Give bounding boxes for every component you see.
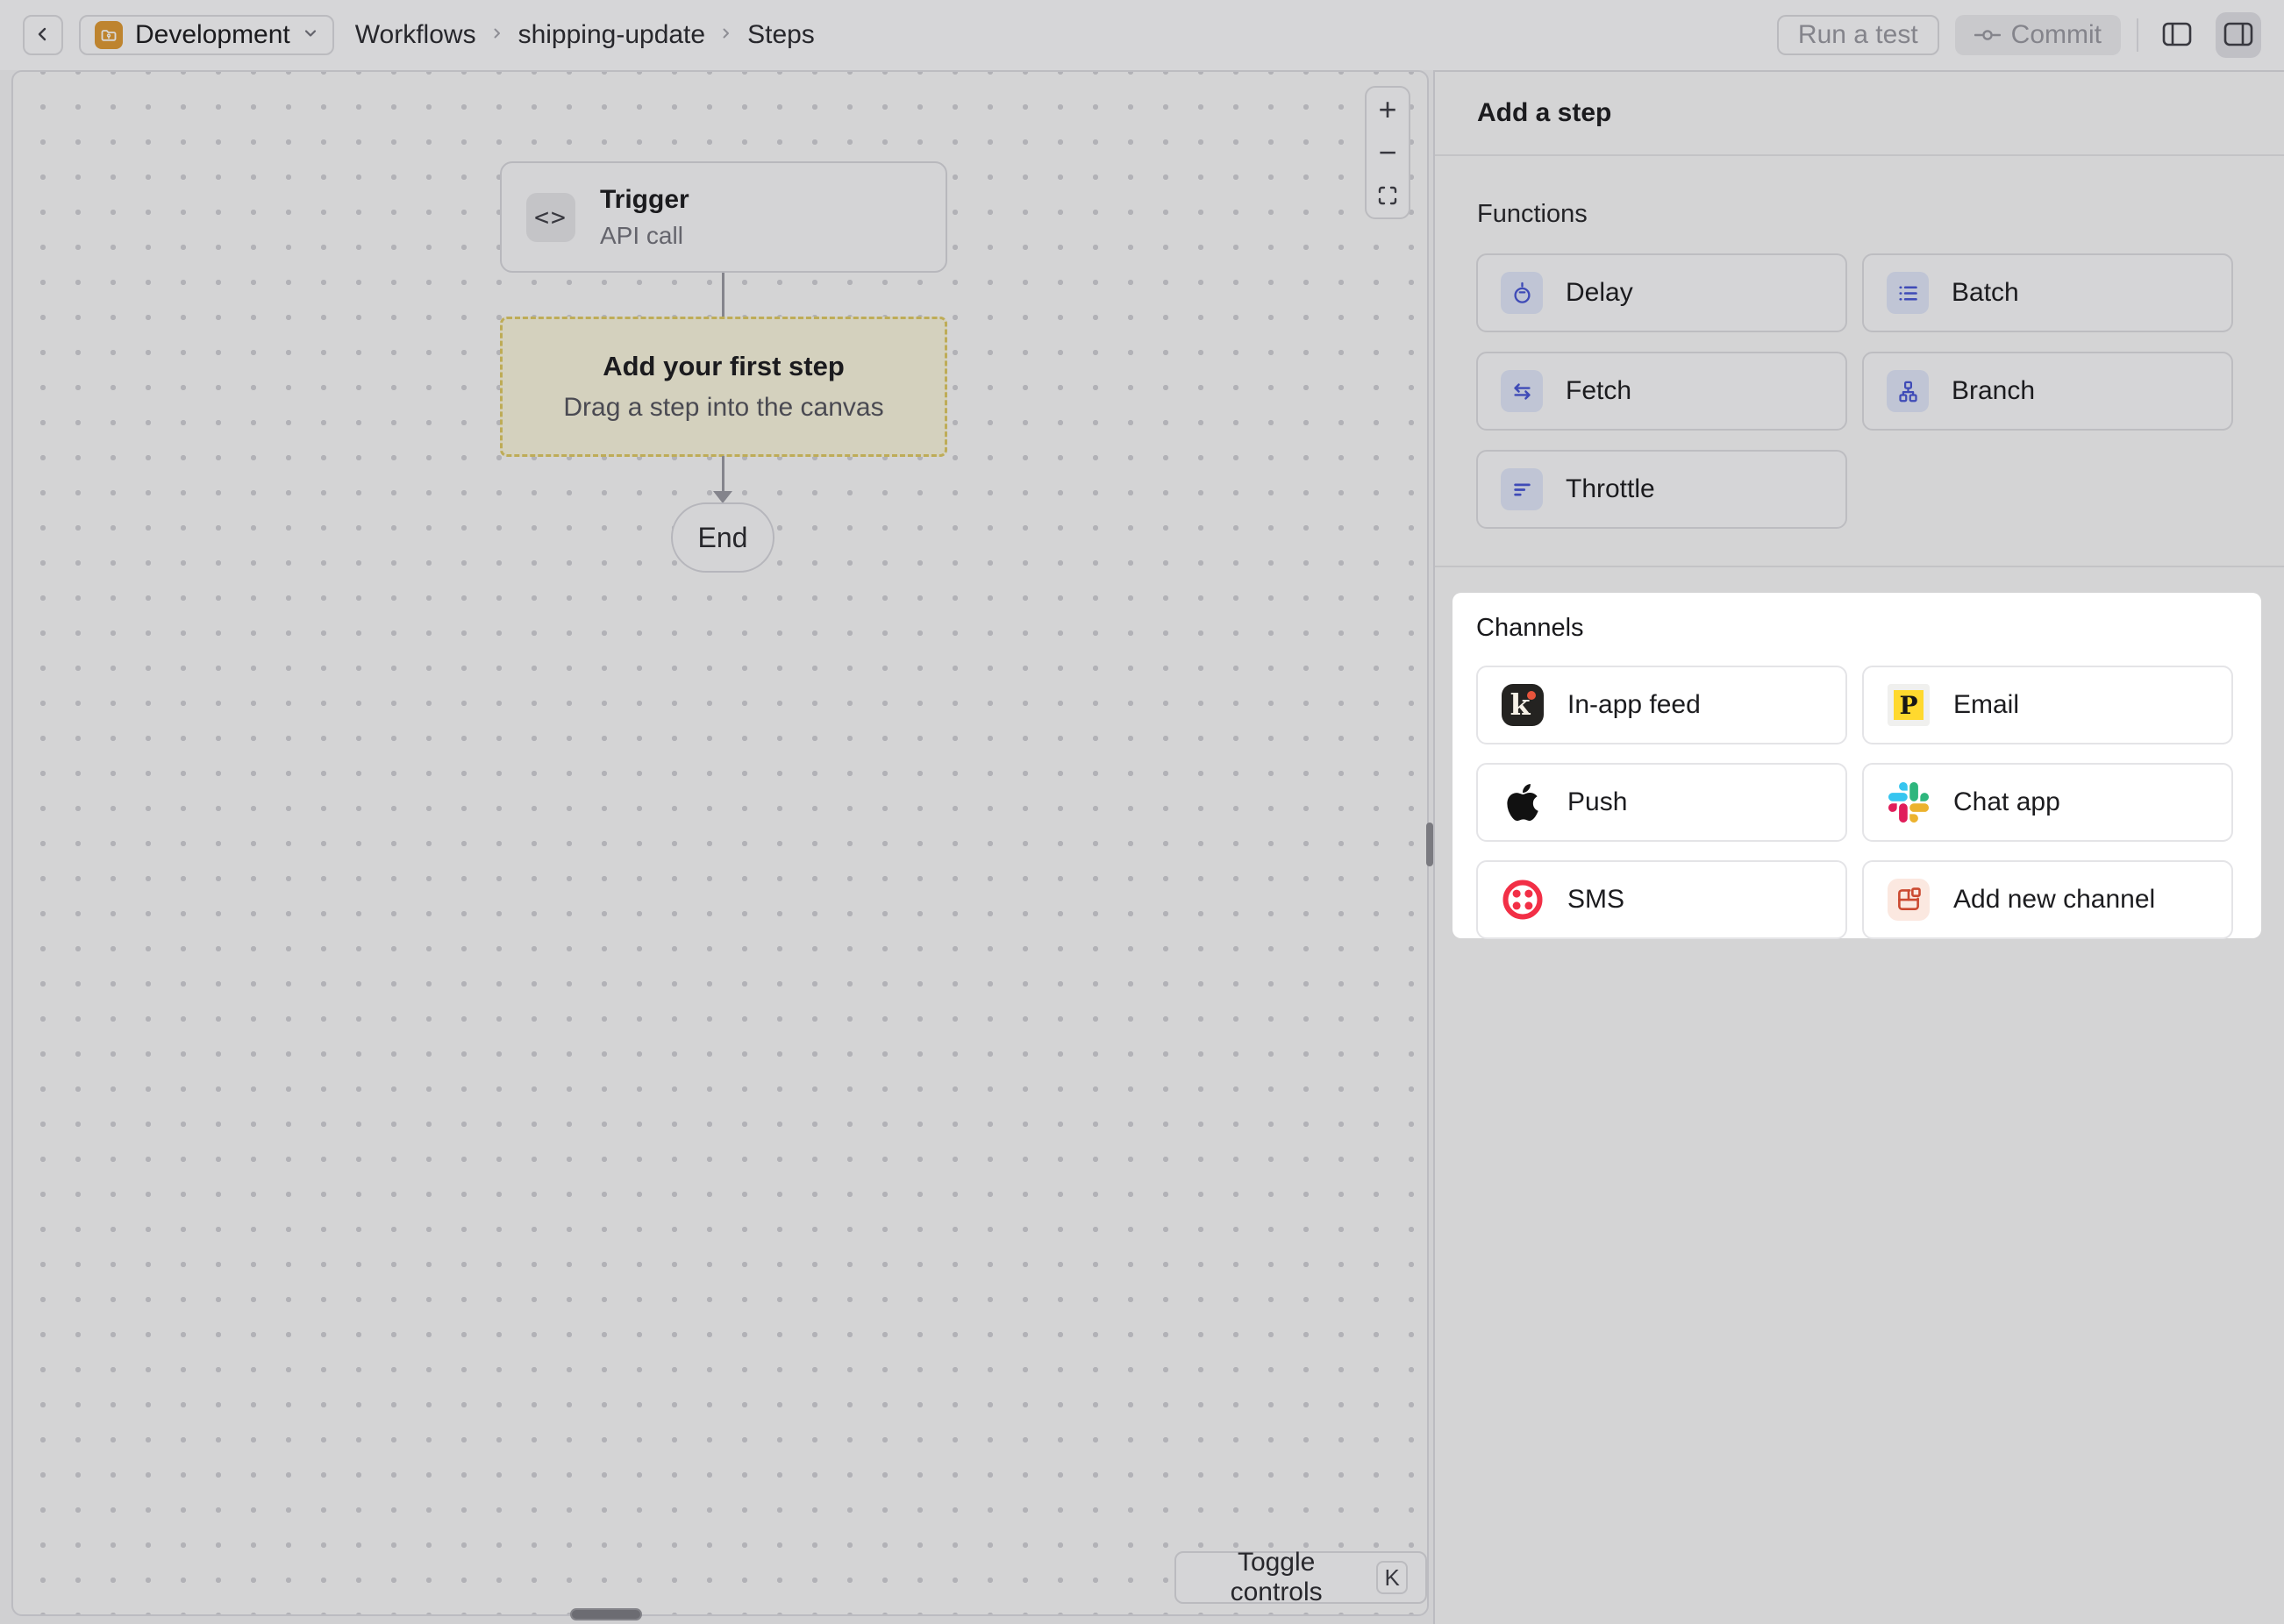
zoom-in-button[interactable]: + <box>1367 88 1409 131</box>
delay-icon <box>1501 272 1543 314</box>
edge-trigger-to-dropzone <box>722 273 724 317</box>
knock-icon: k <box>1501 683 1545 727</box>
breadcrumb-separator-icon <box>719 26 733 45</box>
apple-icon <box>1501 780 1545 824</box>
commit-button[interactable]: Commit <box>1955 15 2121 55</box>
end-node-label: End <box>698 522 748 554</box>
commit-icon <box>1974 20 2001 50</box>
function-card-fetch[interactable]: Fetch <box>1476 352 1847 431</box>
zoom-fit-button[interactable] <box>1367 175 1409 217</box>
function-card-batch[interactable]: Batch <box>1862 253 2233 332</box>
channels-section-label: Channels <box>1476 614 2261 643</box>
dropzone-title: Add your first step <box>603 351 845 382</box>
channel-card-in-app-feed[interactable]: k In-app feed <box>1476 666 1847 744</box>
channels-grid: k In-app feed P Email Push <box>1476 666 2261 939</box>
channel-card-email[interactable]: P Email <box>1862 666 2233 744</box>
twilio-icon <box>1501 878 1545 922</box>
function-card-label: Throttle <box>1566 474 1655 504</box>
channel-card-label: Email <box>1953 690 2019 720</box>
end-node: End <box>671 502 774 573</box>
toggle-controls-button[interactable]: Toggle controls K <box>1174 1551 1427 1604</box>
branch-icon <box>1887 370 1929 412</box>
trigger-node-subtitle: API call <box>600 222 689 250</box>
channel-card-label: SMS <box>1567 885 1624 915</box>
keyboard-shortcut-badge: K <box>1376 1561 1408 1594</box>
first-step-dropzone[interactable]: Add your first step Drag a step into the… <box>500 317 947 457</box>
topbar: Development Workflows shipping-update St… <box>0 0 2284 70</box>
code-brackets-icon: <> <box>526 193 575 242</box>
functions-grid: Delay Batch Fetch <box>1476 253 2284 529</box>
throttle-icon <box>1501 468 1543 510</box>
function-card-throttle[interactable]: Throttle <box>1476 450 1847 529</box>
postmark-icon: P <box>1887 683 1931 727</box>
channels-panel: Channels k In-app feed P Email Push <box>1452 593 2261 938</box>
breadcrumb: Workflows shipping-update Steps <box>355 20 815 50</box>
add-step-sidebar: Add a step Functions Delay Batch <box>1433 70 2284 1624</box>
breadcrumb-steps[interactable]: Steps <box>747 20 815 50</box>
breadcrumb-workflow-name[interactable]: shipping-update <box>518 20 706 50</box>
function-card-label: Batch <box>1952 278 2019 308</box>
function-card-branch[interactable]: Branch <box>1862 352 2233 431</box>
horizontal-scrollbar-thumb[interactable] <box>570 1608 642 1620</box>
run-test-button[interactable]: Run a test <box>1777 15 1939 55</box>
function-card-label: Branch <box>1952 376 2035 406</box>
right-panel-icon <box>2223 22 2253 49</box>
function-card-label: Delay <box>1566 278 1633 308</box>
function-card-label: Fetch <box>1566 376 1631 406</box>
function-card-delay[interactable]: Delay <box>1476 253 1847 332</box>
channel-card-label: Chat app <box>1953 787 2060 817</box>
functions-section-label: Functions <box>1477 200 2284 229</box>
sidebar-section-divider <box>1435 566 2284 567</box>
toggle-left-panel-button[interactable] <box>2154 12 2200 58</box>
channel-card-label: Push <box>1567 787 1627 817</box>
left-panel-icon <box>2162 22 2192 49</box>
channel-card-chat-app[interactable]: Chat app <box>1862 763 2233 842</box>
back-button[interactable] <box>23 15 63 55</box>
chevron-down-icon <box>303 25 318 46</box>
chevron-left-icon <box>34 25 52 46</box>
breadcrumb-workflows[interactable]: Workflows <box>355 20 476 50</box>
dropzone-subtitle: Drag a step into the canvas <box>563 393 883 423</box>
environment-folder-icon <box>95 21 123 49</box>
channel-card-label: In-app feed <box>1567 690 1701 720</box>
channel-card-sms[interactable]: SMS <box>1476 860 1847 939</box>
commit-label: Commit <box>2011 20 2102 50</box>
channel-card-label: Add new channel <box>1953 885 2155 915</box>
toggle-right-panel-button[interactable] <box>2216 12 2261 58</box>
breadcrumb-separator-icon <box>490 26 504 45</box>
edge-dropzone-to-end <box>722 456 724 493</box>
topbar-divider <box>2137 18 2138 52</box>
trigger-node[interactable]: <> Trigger API call <box>500 161 947 273</box>
trigger-node-text: Trigger API call <box>600 185 689 250</box>
batch-icon <box>1887 272 1929 314</box>
sidebar-title: Add a step <box>1435 72 2284 156</box>
slack-icon <box>1887 780 1931 824</box>
toggle-controls-label: Toggle controls <box>1194 1548 1359 1607</box>
fit-view-icon <box>1377 177 1398 214</box>
fetch-icon <box>1501 370 1543 412</box>
trigger-node-title: Trigger <box>600 185 689 215</box>
run-test-label: Run a test <box>1798 20 1918 50</box>
edge-arrowhead <box>713 491 732 503</box>
workflow-canvas[interactable]: <> Trigger API call Add your first step … <box>11 70 1429 1616</box>
channel-card-push[interactable]: Push <box>1476 763 1847 842</box>
vertical-scrollbar-thumb[interactable] <box>1426 823 1433 866</box>
knock-dot <box>1527 691 1536 700</box>
environment-dropdown[interactable]: Development <box>79 15 334 55</box>
zoom-out-button[interactable]: − <box>1367 131 1409 174</box>
zoom-controls: + − <box>1365 86 1410 219</box>
add-channel-icon <box>1887 878 1931 922</box>
environment-label: Development <box>135 20 290 50</box>
channel-card-add-new[interactable]: Add new channel <box>1862 860 2233 939</box>
